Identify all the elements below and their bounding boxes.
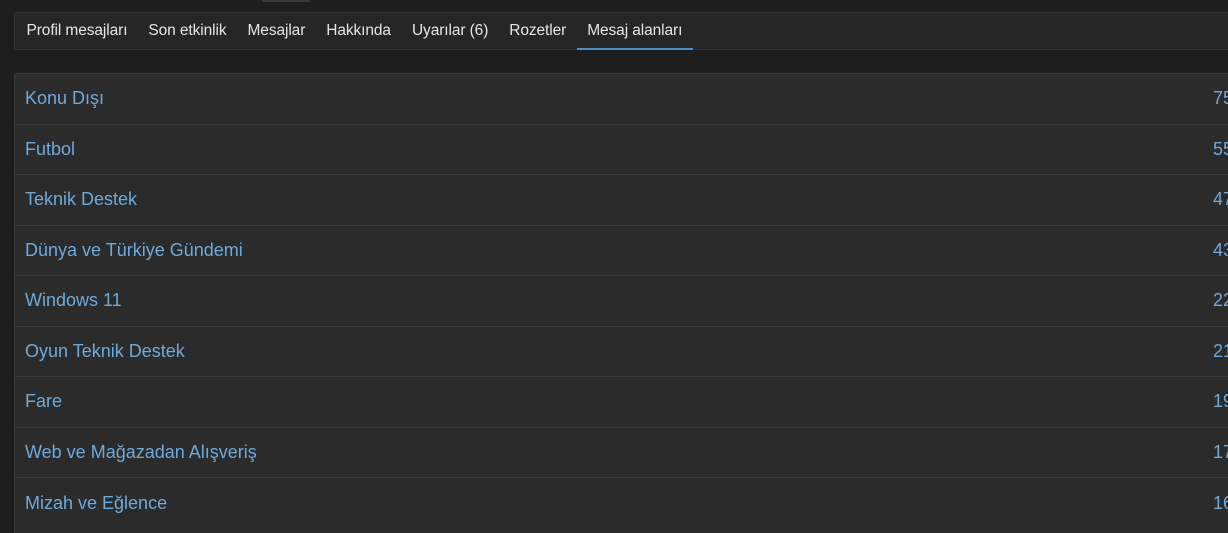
forum-link[interactable]: Windows 11 bbox=[25, 276, 122, 326]
tab-badges[interactable]: Rozetler bbox=[499, 13, 577, 49]
message-count[interactable]: 19 bbox=[1213, 377, 1228, 427]
forum-link[interactable]: Konu Dışı bbox=[25, 74, 104, 124]
forum-link[interactable]: Teknik Destek bbox=[25, 175, 137, 225]
scroll-stub bbox=[262, 0, 310, 2]
tab-messages[interactable]: Mesajlar bbox=[237, 13, 316, 49]
message-count[interactable]: 16 bbox=[1213, 478, 1228, 529]
message-area-list: Konu Dışı 75 Futbol 55 Teknik Destek 47 … bbox=[14, 73, 1228, 533]
message-count[interactable]: 22 bbox=[1213, 276, 1228, 326]
tab-about[interactable]: Hakkında bbox=[316, 13, 402, 49]
tab-message-areas[interactable]: Mesaj alanları bbox=[576, 13, 693, 50]
list-item[interactable]: Konu Dışı 75 bbox=[15, 74, 1228, 125]
message-count[interactable]: 55 bbox=[1213, 125, 1228, 175]
forum-link[interactable]: Oyun Teknik Destek bbox=[25, 327, 185, 377]
message-count[interactable]: 43 bbox=[1213, 226, 1228, 276]
forum-link[interactable]: Web ve Mağazadan Alışveriş bbox=[25, 428, 257, 478]
tab-recent-activity[interactable]: Son etkinlik bbox=[138, 13, 237, 49]
list-item[interactable]: Windows 11 22 bbox=[15, 276, 1228, 327]
message-count[interactable]: 21 bbox=[1213, 327, 1228, 377]
message-count[interactable]: 17 bbox=[1213, 428, 1228, 478]
tab-warnings[interactable]: Uyarılar (6) bbox=[401, 13, 498, 49]
top-strip bbox=[0, 0, 1228, 12]
forum-link[interactable]: Futbol bbox=[25, 125, 75, 175]
list-item[interactable]: Teknik Destek 47 bbox=[15, 175, 1228, 226]
list-item[interactable]: Futbol 55 bbox=[15, 125, 1228, 175]
message-count[interactable]: 75 bbox=[1213, 74, 1228, 124]
forum-link[interactable]: Mizah ve Eğlence bbox=[25, 478, 167, 529]
list-item[interactable]: Fare 19 bbox=[15, 377, 1228, 428]
list-item[interactable]: Oyun Teknik Destek 21 bbox=[15, 327, 1228, 377]
tab-profile-messages[interactable]: Profil mesajları bbox=[16, 13, 138, 49]
list-item[interactable]: Mizah ve Eğlence 16 bbox=[15, 478, 1228, 529]
profile-tabbar: Profil mesajları Son etkinlik Mesajlar H… bbox=[14, 12, 1228, 50]
list-item[interactable]: Web ve Mağazadan Alışveriş 17 bbox=[15, 428, 1228, 478]
forum-link[interactable]: Dünya ve Türkiye Gündemi bbox=[25, 226, 243, 276]
list-item[interactable]: Dünya ve Türkiye Gündemi 43 bbox=[15, 226, 1228, 276]
forum-link[interactable]: Fare bbox=[25, 377, 62, 427]
message-count[interactable]: 47 bbox=[1213, 175, 1228, 225]
